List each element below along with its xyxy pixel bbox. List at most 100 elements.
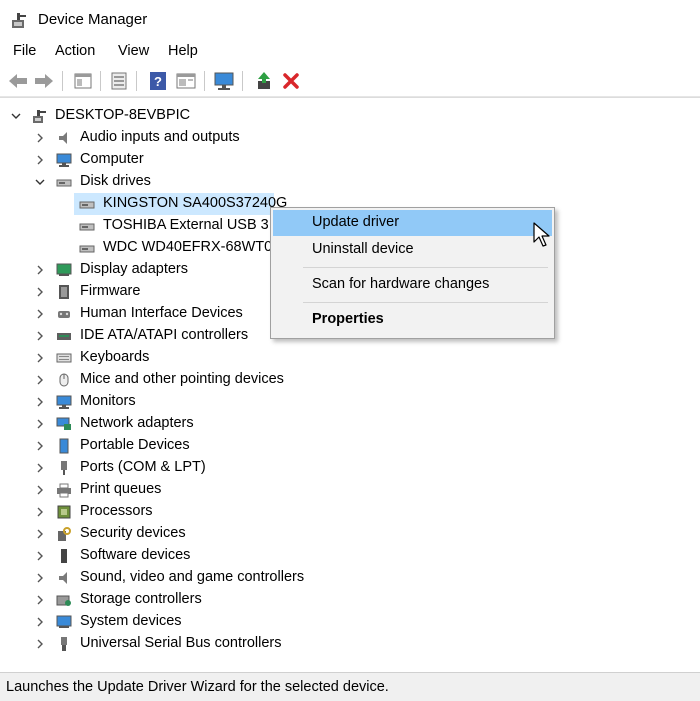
tree-category[interactable]: Universal Serial Bus controllers [0,633,700,655]
chevron-right-icon[interactable] [34,286,46,298]
chevron-right-icon[interactable] [34,506,46,518]
disk-icon [79,245,95,253]
forward-icon[interactable] [33,70,55,92]
storage-icon [56,595,71,606]
tree-category[interactable]: Processors [0,501,700,523]
monitor-icon [56,395,72,409]
tree-category-label: Ports (COM & LPT) [80,459,206,475]
tree-category-label: Audio inputs and outputs [80,129,240,145]
disk-drive-label: WDC WD40EFRX-68WT0N [103,239,283,255]
chevron-right-icon[interactable] [34,132,46,144]
tree-category-label: Disk drives [80,173,151,189]
properties-label: Properties [312,311,384,327]
tree-category[interactable]: Ports (COM & LPT) [0,457,700,479]
tree-category[interactable]: Monitors [0,391,700,413]
processor-icon [57,505,71,519]
chevron-right-icon[interactable] [34,440,46,452]
tree-category[interactable]: Portable Devices [0,435,700,457]
chevron-right-icon[interactable] [34,462,46,474]
speaker-icon [59,132,67,144]
chevron-right-icon[interactable] [34,594,46,606]
title-bar: Device Manager [0,0,700,40]
chevron-right-icon[interactable] [34,374,46,386]
chevron-right-icon[interactable] [34,418,46,430]
properties-menu-item[interactable]: Properties [273,307,552,333]
tree-category[interactable]: Computer [0,149,700,171]
toolbar-divider [62,71,63,91]
uninstall-icon[interactable] [280,70,302,92]
tree-category-label: Mice and other pointing devices [80,371,284,387]
back-icon[interactable] [7,70,29,92]
chevron-right-icon[interactable] [34,308,46,320]
ide-icon [57,333,71,340]
keyboard-icon [56,353,72,363]
menu-action[interactable]: Action [55,43,95,59]
chevron-right-icon[interactable] [34,154,46,166]
tree-category-label: Print queues [80,481,162,497]
tree-category[interactable]: Storage controllers [0,589,700,611]
network-icon [56,417,71,430]
help-icon[interactable]: ? [147,70,169,92]
tree-category-label: Display adapters [80,261,188,277]
update-driver-icon[interactable] [253,70,275,92]
menu-help[interactable]: Help [168,43,198,59]
tree-category-label: Keyboards [80,349,150,365]
tree-category[interactable]: Disk drives [0,171,700,193]
tree-category-label: Processors [80,503,153,519]
tree-category-label: Firmware [80,283,141,299]
tree-category-label: IDE ATA/ATAPI controllers [80,327,249,343]
monitor-scan-icon[interactable] [213,70,235,92]
uninstall-device-menu-item[interactable]: Uninstall device [273,237,552,263]
device-tree[interactable]: DESKTOP-8EVBPIC Audio inputs and outputs… [0,97,700,673]
chevron-right-icon[interactable] [34,330,46,342]
tree-category[interactable]: Software devices [0,545,700,567]
chevron-right-icon[interactable] [34,352,46,364]
tree-root[interactable]: DESKTOP-8EVBPIC [0,105,700,127]
svg-text:?: ? [154,74,162,89]
menu-file[interactable]: File [13,43,36,59]
tree-category[interactable]: Security devices [0,523,700,545]
scan-hardware-label: Scan for hardware changes [312,276,490,292]
tree-root-label: DESKTOP-8EVBPIC [55,107,191,123]
software-icon [61,549,67,563]
tree-category[interactable]: System devices [0,611,700,633]
tree-category-label: Network adapters [80,415,194,431]
tree-category[interactable]: Network adapters [0,413,700,435]
portable-icon [59,438,69,454]
firmware-icon [59,285,69,299]
chevron-right-icon[interactable] [34,616,46,628]
chevron-right-icon[interactable] [34,484,46,496]
chevron-right-icon[interactable] [34,572,46,584]
tree-category[interactable]: Audio inputs and outputs [0,127,700,149]
update-driver-label: Update driver [312,214,400,230]
update-driver-menu-item[interactable]: Update driver [273,210,552,236]
scan-hardware-menu-item[interactable]: Scan for hardware changes [273,272,552,298]
menu-bar: File Action View Help [0,40,700,64]
toolbar-divider [100,71,101,91]
chevron-right-icon[interactable] [34,550,46,562]
tree-category-label: Computer [80,151,144,167]
tree-category[interactable]: Print queues [0,479,700,501]
disk-icon [79,201,95,209]
mouse-icon [59,373,69,387]
tree-category[interactable]: Keyboards [0,347,700,369]
chevron-right-icon[interactable] [34,396,46,408]
properties-pane-icon[interactable] [72,70,94,92]
toolbar-divider [242,71,243,91]
view-icon[interactable] [175,70,197,92]
menu-view[interactable]: View [118,43,149,59]
chevron-down-icon[interactable] [34,176,46,188]
status-text: Launches the Update Driver Wizard for th… [6,679,389,695]
tree-category-label: Human Interface Devices [80,305,243,321]
chevron-right-icon[interactable] [34,264,46,276]
chevron-right-icon[interactable] [34,638,46,650]
disk-drive-label: KINGSTON SA400S37240G [103,195,288,211]
chevron-right-icon[interactable] [34,528,46,540]
port-icon [61,461,67,475]
tree-category[interactable]: Sound, video and game controllers [0,567,700,589]
chevron-down-icon[interactable] [10,110,22,122]
context-menu: Update driver Uninstall device Scan for … [270,207,555,339]
tree-category-label: Sound, video and game controllers [80,569,305,585]
tree-category[interactable]: Mice and other pointing devices [0,369,700,391]
device-icon[interactable] [108,70,130,92]
